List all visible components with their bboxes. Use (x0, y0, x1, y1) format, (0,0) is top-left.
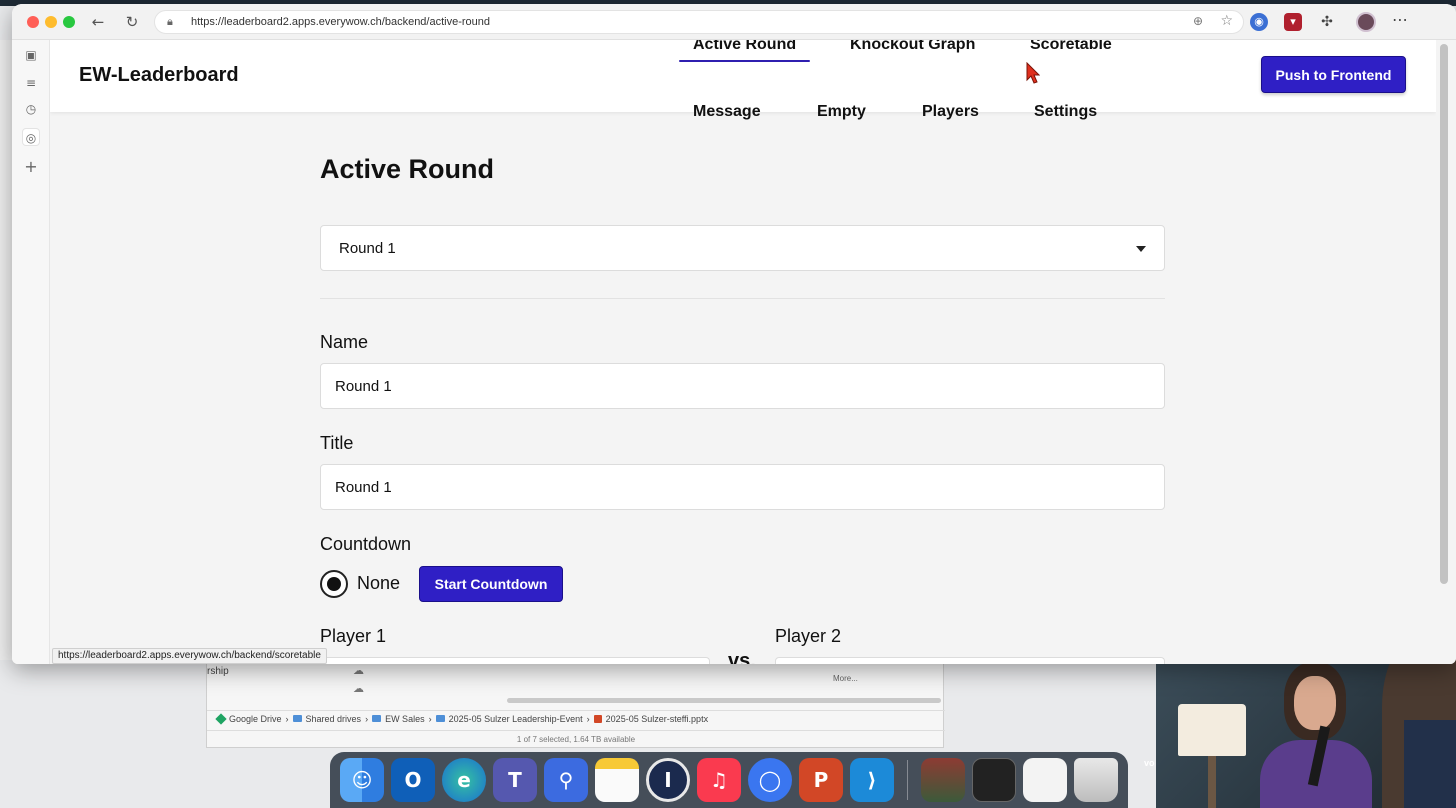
close-window-button[interactable] (27, 16, 39, 28)
powerpoint-file-icon (593, 714, 602, 723)
path-item[interactable]: Shared drives (306, 714, 362, 724)
section-divider (320, 298, 1165, 299)
extension-copilot-icon[interactable]: ◉ (1250, 13, 1268, 31)
tab-knockout-graph[interactable]: Knockout Graph (850, 40, 975, 54)
tab-list-icon[interactable]: ≡ (22, 74, 40, 92)
music-icon[interactable]: ♫ (697, 758, 741, 802)
powerpoint-icon[interactable]: P (799, 758, 843, 802)
edge-icon[interactable]: e (442, 758, 486, 802)
webcam-overlay (1156, 640, 1456, 808)
player2-select[interactable] (775, 657, 1165, 664)
player1-label: Player 1 (320, 626, 387, 646)
window-thumbnail-icon[interactable] (972, 758, 1016, 802)
1password-icon[interactable]: Ⅰ (646, 758, 690, 802)
finder-more-link[interactable]: More... (833, 674, 858, 683)
page-scrollbar-thumb[interactable] (1440, 44, 1448, 584)
title-input[interactable] (320, 464, 1165, 510)
maximize-window-button[interactable] (63, 16, 75, 28)
round-select-value: Round 1 (339, 240, 396, 257)
vscode-icon[interactable]: ⟩ (850, 758, 894, 802)
finder-path-bar: Google Drive › Shared drives › EW Sales › 2… (207, 710, 945, 726)
extension-shield-icon[interactable]: ▾ (1284, 13, 1302, 31)
push-to-frontend-button[interactable]: Push to Frontend (1261, 56, 1406, 93)
app-brand[interactable]: EW-Leaderboard (79, 64, 239, 87)
countdown-label: Countdown (320, 534, 412, 554)
photo-thumbnail-icon[interactable] (921, 758, 965, 802)
round-select[interactable]: Round 1 (320, 225, 1165, 271)
back-arrow-icon[interactable]: ← (88, 12, 108, 32)
minimize-window-button[interactable] (45, 16, 57, 28)
extensions-puzzle-icon[interactable]: ✣ (1318, 13, 1336, 31)
dock-separator (907, 760, 908, 800)
finder-scrollbar[interactable] (507, 698, 941, 703)
finder-window: rship ☁ ☁ More... Google Drive › Shared d… (206, 660, 945, 748)
browser-sidebar: ▣ ≡ ◷ ◎ + (12, 40, 50, 664)
document-thumbnail-icon[interactable] (1023, 758, 1067, 802)
countdown-none-radio[interactable] (320, 570, 348, 598)
desktop-label: vo (1144, 758, 1155, 768)
start-countdown-button[interactable]: Start Countdown (419, 566, 563, 602)
status-link-preview: https://leaderboard2.apps.everywow.ch/ba… (52, 648, 327, 664)
tab-empty[interactable]: Empty (817, 103, 866, 121)
finder-row-text[interactable]: rship (207, 666, 229, 677)
tab-scoretable[interactable]: Scoretable (1030, 40, 1112, 54)
browser-toolbar: ← ↻ 🔒︎ https://leaderboard2.apps.everywo… (12, 4, 1456, 40)
name-label: Name (320, 332, 369, 352)
countdown-none-label[interactable]: None (357, 573, 400, 594)
active-tab-icon[interactable]: ◎ (22, 128, 40, 146)
tab-message[interactable]: Message (693, 103, 761, 121)
zoom-icon[interactable]: ⊕ (1193, 14, 1203, 28)
chevron-down-icon (1136, 246, 1146, 252)
reload-icon[interactable]: ↻ (122, 12, 142, 32)
history-icon[interactable]: ◷ (22, 100, 40, 118)
tab-active-round[interactable]: Active Round (678, 40, 811, 62)
more-menu-icon[interactable]: ⋯ (1392, 10, 1408, 29)
app-viewport: EW-Leaderboard Active Round Knockout Gra… (50, 40, 1436, 664)
page-title: Active Round (320, 154, 495, 184)
path-item[interactable]: EW Sales (385, 714, 425, 724)
background-window-edge (0, 40, 12, 660)
teams-icon[interactable]: T (493, 758, 537, 802)
tab-settings[interactable]: Settings (1034, 103, 1097, 121)
lock-icon: 🔒︎ (167, 15, 173, 28)
lamp-image (1178, 704, 1246, 756)
bookmark-star-icon[interactable]: ☆ (1220, 13, 1233, 29)
folder-icon (292, 715, 302, 722)
app-header: EW-Leaderboard Active Round Knockout Gra… (50, 40, 1436, 120)
tab-players[interactable]: Players (922, 103, 979, 121)
path-item[interactable]: 2025-05 Sulzer Leadership-Event (449, 714, 583, 724)
outlook-icon[interactable]: O (391, 758, 435, 802)
notes-icon[interactable] (595, 758, 639, 802)
path-item[interactable]: 2025-05 Sulzer-steffi.pptx (606, 714, 708, 724)
name-input[interactable] (320, 363, 1165, 409)
dock: ☺ O e T ⚲ Ⅰ ♫ ◯ P ⟩ (330, 752, 1128, 808)
finder-status: 1 of 7 selected, 1.64 TB available (207, 730, 945, 748)
address-bar[interactable]: 🔒︎ https://leaderboard2.apps.everywow.ch… (154, 10, 1244, 34)
radio-selected-dot (327, 577, 341, 591)
vs-label: vs. (728, 650, 756, 664)
player2-label: Player 2 (775, 626, 842, 646)
google-drive-icon (215, 712, 227, 725)
cloud-download-icon[interactable]: ☁ (353, 664, 364, 677)
mouse-cursor-icon (1026, 62, 1040, 84)
folder-icon (372, 715, 382, 722)
signal-icon[interactable]: ◯ (748, 758, 792, 802)
title-label: Title (320, 433, 354, 453)
profile-avatar[interactable] (1356, 12, 1376, 32)
path-item[interactable]: Google Drive (229, 714, 282, 724)
sidebar-panel-icon[interactable]: ▣ (22, 46, 40, 64)
browser-window: ← ↻ 🔒︎ https://leaderboard2.apps.everywo… (12, 4, 1456, 664)
url-text[interactable]: https://leaderboard2.apps.everywow.ch/ba… (191, 16, 490, 28)
player1-select[interactable] (320, 657, 710, 664)
folder-icon (435, 715, 445, 722)
cloud-download-icon[interactable]: ☁ (353, 682, 364, 695)
new-tab-plus-icon[interactable]: + (22, 158, 40, 176)
finder-icon[interactable]: ☺ (340, 758, 384, 802)
bitwarden-icon[interactable]: ⚲ (544, 758, 588, 802)
trash-icon[interactable] (1074, 758, 1118, 802)
